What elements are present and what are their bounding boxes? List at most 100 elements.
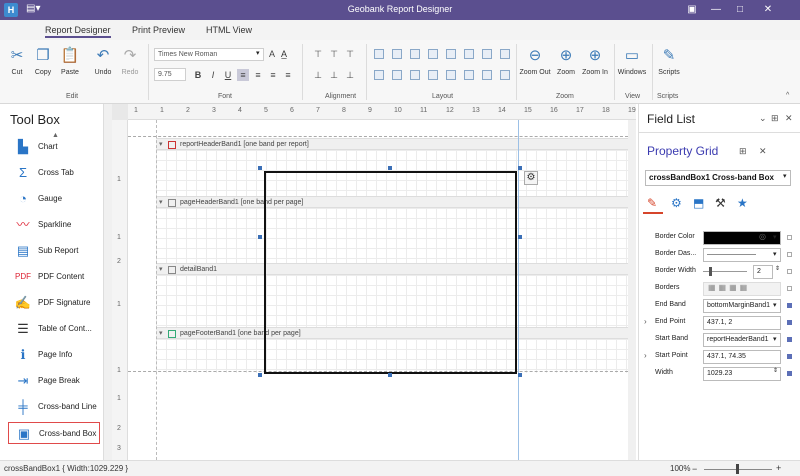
decrease-spacing-icon[interactable] — [446, 70, 456, 80]
align-bottom-right-icon[interactable]: ⊥ — [344, 69, 356, 81]
prop-borders[interactable]: Borders ▦▦▦▦ — [643, 281, 797, 298]
prop-border-color[interactable]: Border Color ◎ ▾ — [643, 230, 797, 247]
align-left-icon[interactable]: ≡ — [237, 69, 249, 81]
chevron-down-icon[interactable]: ▾ — [159, 328, 163, 339]
prop-border-dash[interactable]: Border Das... ——————— ▾ — [643, 247, 797, 264]
star-icon[interactable]: ★ — [737, 196, 748, 210]
expand-icon[interactable]: › — [644, 351, 647, 360]
width-slider-thumb[interactable] — [709, 267, 712, 276]
close-icon[interactable]: ✕ — [785, 113, 793, 124]
chevron-down-icon[interactable]: ▾ — [773, 250, 777, 258]
toolbox-item-pdf-content[interactable]: PDF PDF Content — [8, 266, 100, 288]
toolbox-item-pdf-signature[interactable]: ✍ PDF Signature — [8, 292, 100, 314]
prop-value[interactable]: 1029.23 — [703, 367, 781, 381]
pin-icon[interactable]: ⊞ — [771, 113, 779, 124]
align-top-left-icon[interactable]: ⊤ — [312, 48, 324, 60]
zoom-in-button[interactable]: ⊕ Zoom In — [581, 46, 609, 76]
gears-icon[interactable]: ⚙ — [671, 196, 682, 210]
resize-handle[interactable] — [518, 235, 522, 239]
font-color-icon[interactable]: A̲ — [278, 48, 290, 60]
redo-button[interactable]: ↷ Redo — [117, 46, 143, 76]
maximize-button[interactable]: □ — [734, 3, 746, 17]
zoom-out-icon[interactable]: − — [692, 464, 697, 474]
toolbox-scrollbar[interactable] — [104, 104, 112, 460]
align-lefts-icon[interactable] — [392, 49, 402, 59]
prop-value[interactable]: 437.1, 74.35 — [703, 350, 781, 364]
zoom-slider-thumb[interactable] — [736, 464, 739, 474]
resize-handle[interactable] — [388, 373, 392, 377]
align-center-icon[interactable]: ≡ — [252, 69, 264, 81]
prop-value[interactable]: 437.1, 2 — [703, 316, 781, 330]
expand-icon[interactable]: › — [644, 317, 647, 326]
chevron-down-icon[interactable]: ▾ — [773, 335, 777, 343]
color-swatch[interactable] — [703, 231, 781, 245]
prop-start-point[interactable]: › Start Point 437.1, 74.35 — [643, 349, 797, 366]
zoom-button[interactable]: ⊕ Zoom — [553, 46, 579, 76]
prop-end-band[interactable]: End Band bottomMarginBand1 ▾ — [643, 298, 797, 315]
resize-handle[interactable] — [258, 166, 262, 170]
toolbox-item-page-info[interactable]: ℹ Page Info — [8, 344, 100, 366]
align-bottom-left-icon[interactable]: ⊥ — [312, 69, 324, 81]
chevron-down-icon[interactable]: ⌄ — [759, 113, 767, 124]
toolbox-item-table-of-contents[interactable]: ☰ Table of Cont... — [8, 318, 100, 340]
spin-arrows-icon[interactable]: ⇕ — [773, 367, 778, 374]
undo-button[interactable]: ↶ Undo — [90, 46, 116, 76]
windows-button[interactable]: ▭ Windows — [617, 46, 647, 76]
toolbox-item-cross-tab[interactable]: Σ Cross Tab — [8, 162, 100, 184]
copy-button[interactable]: ❐ Copy — [30, 46, 56, 76]
chevron-down-icon[interactable]: ▾ — [773, 301, 777, 309]
width-spin-value[interactable]: 2 — [753, 265, 773, 279]
horizontal-spacing-icon[interactable] — [410, 70, 420, 80]
zoom-out-button[interactable]: ⊖ Zoom Out — [519, 46, 551, 76]
chevron-down-icon[interactable]: ▾ — [773, 233, 777, 241]
toolbox-item-gauge[interactable]: ◔ Gauge — [8, 188, 100, 210]
spin-arrows-icon[interactable]: ⇕ — [775, 265, 780, 272]
align-right-icon[interactable]: ≡ — [267, 69, 279, 81]
align-to-grid-icon[interactable] — [374, 49, 384, 59]
same-width-icon[interactable] — [500, 49, 510, 59]
chevron-down-icon[interactable]: ▾ — [159, 139, 163, 150]
cross-band-box[interactable] — [264, 171, 517, 374]
toolbox-item-page-break[interactable]: ⇥ Page Break — [8, 370, 100, 392]
tab-html-view[interactable]: HTML View — [206, 25, 252, 35]
scripts-button[interactable]: ✎ Scripts — [656, 46, 682, 76]
prop-border-width[interactable]: Border Width 2 ⇕ — [643, 264, 797, 281]
resize-handle[interactable] — [518, 166, 522, 170]
toolbox-item-sparkline[interactable]: 〰 Sparkline — [8, 214, 100, 236]
vertical-spacing-icon[interactable] — [464, 70, 474, 80]
smart-tag-gear-icon[interactable]: ⚙ — [524, 171, 538, 185]
bring-to-front-icon[interactable] — [482, 70, 492, 80]
align-bottom-center-icon[interactable]: ⊥ — [328, 69, 340, 81]
font-size-select[interactable]: 9.75 — [154, 68, 186, 81]
paste-button[interactable]: 📋 Paste — [57, 46, 83, 76]
resize-handle[interactable] — [258, 235, 262, 239]
database-icon[interactable]: ⬒ — [693, 196, 704, 210]
borders-toggle-group[interactable]: ▦▦▦▦ — [703, 282, 781, 296]
font-grow-icon[interactable]: A — [266, 48, 278, 60]
align-middles-icon[interactable] — [464, 49, 474, 59]
wrench-icon[interactable]: ⚒ — [715, 196, 726, 210]
close-button[interactable]: ✕ — [762, 3, 774, 17]
align-rights-icon[interactable] — [428, 49, 438, 59]
toolbox-item-chart[interactable]: ▙ Chart — [8, 136, 100, 158]
chevron-down-icon[interactable]: ▾ — [159, 264, 163, 275]
chevron-down-icon[interactable]: ▾ — [159, 197, 163, 208]
prop-value[interactable]: reportHeaderBand1 — [703, 333, 781, 347]
brush-icon[interactable]: ✎ — [647, 196, 657, 210]
increase-spacing-icon[interactable] — [428, 70, 438, 80]
italic-icon[interactable]: I — [207, 69, 219, 81]
align-centers-icon[interactable] — [410, 49, 420, 59]
resize-handle[interactable] — [388, 166, 392, 170]
prop-value[interactable]: bottomMarginBand1 — [703, 299, 781, 313]
tab-report-designer[interactable]: Report Designer — [45, 25, 111, 38]
align-bottoms-icon[interactable] — [482, 49, 492, 59]
bold-icon[interactable]: B — [192, 69, 204, 81]
close-icon[interactable]: ✕ — [759, 146, 767, 157]
minimize-button[interactable]: — — [710, 3, 722, 17]
pin-icon[interactable]: ⊞ — [739, 146, 747, 157]
align-top-right-icon[interactable]: ⊤ — [344, 48, 356, 60]
collapse-ribbon-icon[interactable]: ^ — [786, 92, 789, 99]
prop-value[interactable]: ——————— — [703, 248, 781, 262]
prop-width[interactable]: Width 1029.23 ⇕ — [643, 366, 797, 383]
same-size-icon[interactable] — [392, 70, 402, 80]
